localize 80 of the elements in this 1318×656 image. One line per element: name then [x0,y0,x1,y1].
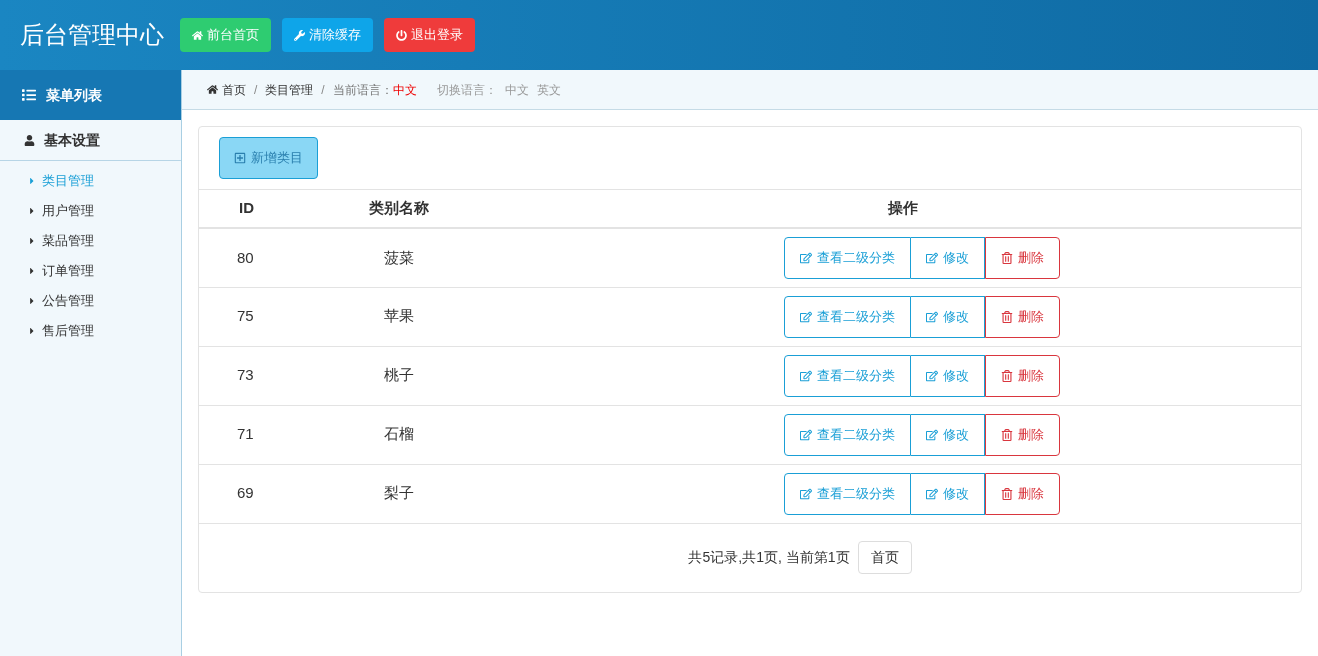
table-cell: 苹果 [384,307,414,325]
delete-button[interactable]: 删除 [984,413,1060,456]
first-page-button[interactable]: 首页 [857,541,912,574]
table-cell: 80 [237,248,254,266]
caret-icon [28,266,36,276]
edit-icon [925,369,938,382]
delete-button[interactable]: 删除 [984,236,1060,279]
trash-icon [1000,251,1013,264]
trash-icon [1000,428,1013,441]
delete-button[interactable]: 删除 [984,295,1060,338]
plus-icon [234,152,246,164]
list-icon [22,88,36,102]
edit-icon [799,487,812,500]
language-link[interactable]: 中文 [504,80,529,99]
delete-button[interactable]: 删除 [984,472,1060,515]
edit-icon [799,251,812,264]
sidebar-item[interactable]: 订单管理 [0,256,181,286]
column-header: 类别名称 [369,199,429,217]
breadcrumb-separator: / [254,81,258,99]
header-button[interactable]: 退出登录 [384,18,475,52]
edit-icon [799,369,812,382]
sidebar-item[interactable]: 菜品管理 [0,226,181,256]
breadcrumb-separator: / [321,81,325,99]
trash-icon [1000,369,1013,382]
edit-button[interactable]: 修改 [910,354,985,397]
sidebar-item[interactable]: 类目管理 [0,166,181,196]
table-cell: 75 [237,307,254,325]
delete-button[interactable]: 删除 [984,354,1060,397]
user-icon [24,134,35,146]
home-icon [207,84,218,95]
edit-button[interactable]: 修改 [910,295,985,338]
table-cell: 石榴 [384,425,414,443]
table-cell: 69 [237,484,254,502]
sidebar-heading: 菜单列表 [46,85,102,105]
pagination-summary: 共5记录,共1页, 当前第1页 [688,548,850,567]
header-button[interactable]: 前台首页 [180,18,271,52]
table-cell: 菠菜 [384,248,414,266]
caret-icon [28,176,36,186]
caret-icon [28,296,36,306]
power-icon [396,29,407,41]
language-link[interactable]: 英文 [536,80,561,99]
caret-icon [28,206,36,216]
table-cell: 71 [237,425,254,443]
caret-icon [28,236,36,246]
sidebar-item[interactable]: 用户管理 [0,196,181,226]
table-cell: 梨子 [384,484,414,502]
breadcrumb-link[interactable]: 首页 [207,80,246,99]
sidebar-item[interactable]: 售后管理 [0,316,181,346]
edit-icon [925,487,938,500]
sidebar-item[interactable]: 公告管理 [0,286,181,316]
table-cell: 73 [237,366,254,384]
column-header: 操作 [887,199,918,217]
menu-group-label: 基本设置 [44,130,100,150]
column-header: ID [239,199,254,217]
edit-icon [799,428,812,441]
edit-button[interactable]: 修改 [910,472,985,515]
edit-button[interactable]: 修改 [910,236,985,279]
header-button[interactable]: 清除缓存 [282,18,373,52]
current-language: 中文 [392,81,417,99]
breadcrumb-link[interactable]: 类目管理 [265,80,314,99]
edit-icon [925,428,938,441]
view-subcategory-button[interactable]: 查看二级分类 [783,236,911,279]
edit-button[interactable]: 修改 [910,413,985,456]
menu-group-header[interactable]: 基本设置 [0,120,181,161]
home-icon [192,29,203,41]
switch-language-label: 切换语言： [436,81,497,99]
view-subcategory-button[interactable]: 查看二级分类 [783,295,911,338]
view-subcategory-button[interactable]: 查看二级分类 [783,354,911,397]
wrench-icon [294,29,305,41]
language-label: 当前语言： [332,81,393,99]
edit-icon [799,310,812,323]
app-title: 后台管理中心 [20,20,164,50]
trash-icon [1000,487,1013,500]
view-subcategory-button[interactable]: 查看二级分类 [783,413,911,456]
table-cell: 桃子 [384,366,414,384]
edit-icon [925,310,938,323]
caret-icon [28,326,36,336]
view-subcategory-button[interactable]: 查看二级分类 [783,472,911,515]
edit-icon [925,251,938,264]
trash-icon [1000,310,1013,323]
